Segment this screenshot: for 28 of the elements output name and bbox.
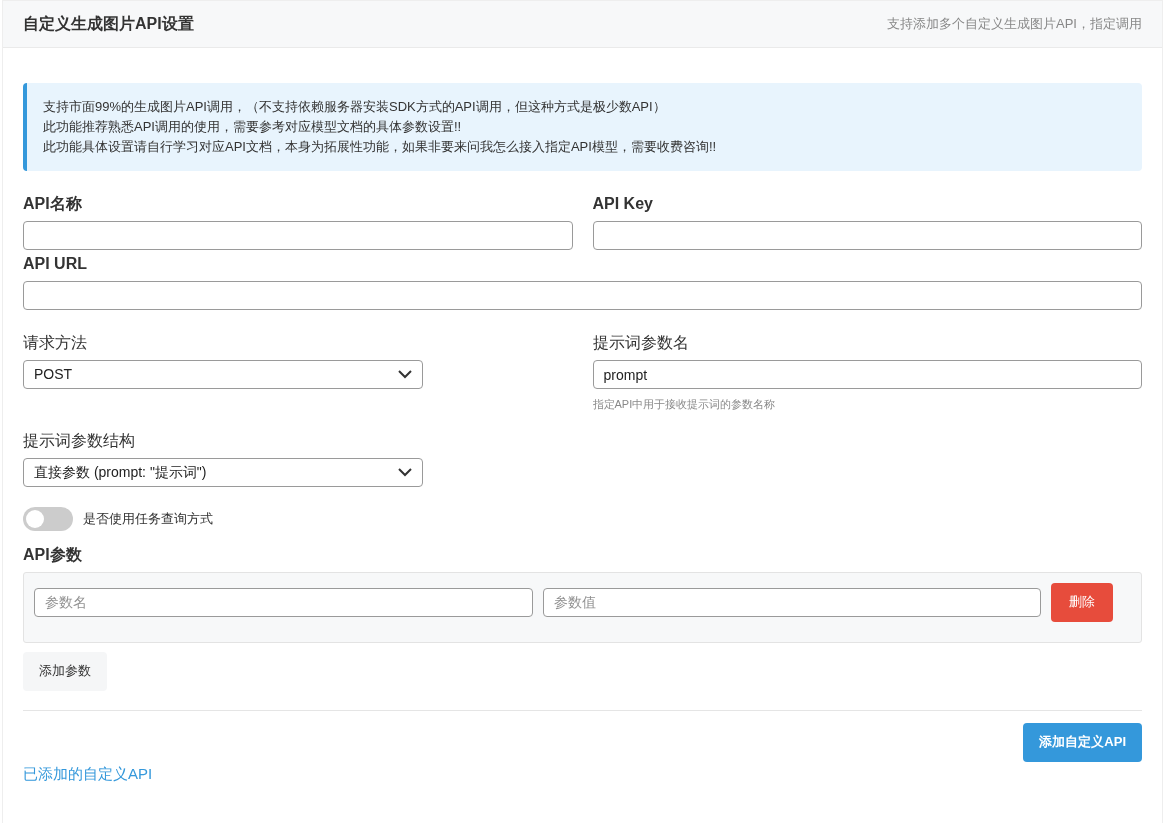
- toggle-switch[interactable]: [23, 506, 73, 531]
- help-text: 指定API中用于接收提示词的参数名称: [592, 397, 777, 412]
- field-label: 请求方法: [23, 333, 88, 353]
- field-label: API参数: [23, 544, 83, 565]
- select-field[interactable]: POST: [23, 360, 423, 389]
- add-param-button[interactable]: 添加参数: [23, 651, 107, 691]
- card-title: 自定义生成图片API设置: [23, 14, 194, 34]
- field-label: API URL: [23, 254, 88, 274]
- section-title: 已添加的自定义API: [23, 763, 154, 784]
- alert-text: 此功能推荐熟悉API调用的使用，需要参考对应模型文档的具体参数设置!!: [43, 118, 463, 136]
- select-field[interactable]: 直接参数 (prompt: "提示词"): [23, 457, 423, 487]
- delete-button[interactable]: 删除: [1051, 582, 1113, 622]
- field-label: 提示词参数结构: [23, 430, 136, 451]
- chevron-down-icon: [398, 467, 412, 477]
- alert-text: 此功能具体设置请自行学习对应API文档，本身为拓展性功能，如果非要来问我怎么接入指定API模型，需要收费咨询!!: [43, 138, 718, 156]
- api-url-input[interactable]: [23, 281, 1142, 310]
- field-label: 提示词参数名: [592, 333, 690, 353]
- field-label: API Key: [592, 194, 654, 214]
- param-value-input[interactable]: 参数值: [542, 587, 1041, 617]
- toggle-label: 是否使用任务查询方式: [83, 509, 213, 528]
- chevron-down-icon: [398, 370, 412, 379]
- card-subtitle: 支持添加多个自定义生成图片API，指定调用: [887, 15, 1142, 34]
- field-label: API名称: [23, 194, 83, 214]
- alert-text: 支持市面99%的生成图片API调用，（不支持依赖服务器安装SDK方式的API调用，但这种方式是极少数API）: [43, 98, 667, 116]
- api-key-input[interactable]: [592, 221, 1142, 250]
- prompt-param-input[interactable]: prompt: [592, 360, 1142, 389]
- api-name-input[interactable]: [23, 221, 573, 250]
- param-name-input[interactable]: 参数名: [34, 587, 533, 617]
